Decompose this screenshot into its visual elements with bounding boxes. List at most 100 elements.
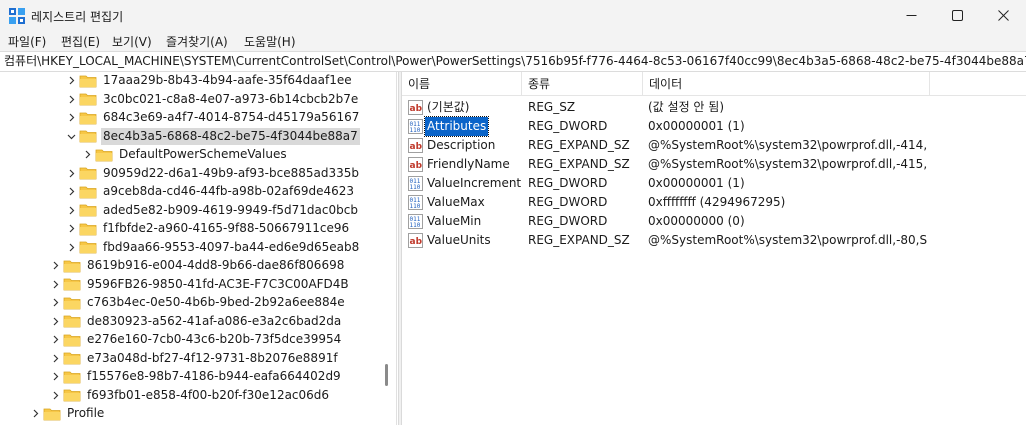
chevron-right-icon[interactable]	[63, 238, 79, 257]
registry-editor-icon	[9, 8, 25, 24]
menu-favorites[interactable]: 즐겨찾기(A)	[166, 33, 228, 50]
tree-item[interactable]: fbd9aa66-9553-4097-ba44-ed6e9d65eab8	[63, 238, 361, 257]
chevron-right-icon[interactable]	[47, 367, 63, 386]
column-header-data[interactable]: 데이터	[643, 72, 930, 96]
folder-icon	[63, 260, 81, 272]
menu-help[interactable]: 도움말(H)	[244, 33, 296, 50]
minimize-button[interactable]	[888, 0, 934, 31]
tree-item-label: 3c0bc021-c8a8-4e07-a973-6b14cbcb2b7e	[103, 91, 359, 106]
value-type: REG_DWORD	[528, 119, 608, 133]
svg-text:ab: ab	[410, 142, 423, 152]
chevron-right-icon[interactable]	[63, 182, 79, 201]
chevron-right-icon[interactable]	[63, 90, 79, 109]
chevron-right-icon[interactable]	[47, 275, 63, 294]
folder-icon	[79, 241, 97, 254]
chevron-right-icon[interactable]	[63, 201, 79, 220]
folder-icon	[79, 112, 97, 124]
menu-edit[interactable]: 편집(E)	[61, 33, 100, 50]
value-type: REG_EXPAND_SZ	[528, 233, 630, 247]
tree-item-label: e276e160-7cb0-43c6-b20b-73f5dce39954	[87, 332, 342, 346]
binary-value-icon: 011110	[408, 119, 423, 134]
value-name: ValueMin	[427, 214, 482, 228]
value-type: REG_DWORD	[528, 176, 608, 190]
binary-value-icon: 011110	[408, 214, 423, 229]
tree-item[interactable]: de830923-a562-41af-a086-e3a2c6bad2da	[47, 312, 343, 331]
value-data: 0x00000001 (1)	[648, 176, 745, 190]
folder-icon	[63, 315, 81, 328]
value-row[interactable]: ab (기본값) REG_SZ (값 설정 안 됨)	[402, 98, 1026, 117]
tree-item[interactable]: e276e160-7cb0-43c6-b20b-73f5dce39954	[47, 330, 343, 349]
svg-text:110: 110	[410, 222, 421, 229]
tree-item[interactable]: aded5e82-b909-4619-9949-f5d71dac0bcb	[63, 201, 360, 220]
folder-icon	[63, 389, 81, 402]
menu-file[interactable]: 파일(F)	[8, 33, 46, 50]
value-name: ValueIncrement	[427, 176, 522, 190]
value-row[interactable]: ab ValueUnits REG_EXPAND_SZ @%SystemRoot%\s…	[402, 231, 1026, 250]
tree-item[interactable]: a9ceb8da-cd46-44fb-a98b-02af69de4623	[63, 182, 356, 201]
close-button[interactable]	[980, 0, 1026, 31]
tree-item[interactable]: Profile	[27, 404, 106, 423]
tree-item-label: DefaultPowerSchemeValues	[119, 147, 287, 161]
value-row[interactable]: ab Description REG_EXPAND_SZ @%SystemRoot%\…	[402, 136, 1026, 155]
address-bar[interactable]: 컴퓨터\HKEY_LOCAL_MACHINE\SYSTEM\CurrentCon…	[0, 51, 1026, 72]
value-row[interactable]: ab FriendlyName REG_EXPAND_SZ @%SystemRoot%…	[402, 155, 1026, 174]
chevron-right-icon[interactable]	[47, 293, 63, 312]
value-data: (값 설정 안 됨)	[648, 100, 725, 114]
tree-item-label: de830923-a562-41af-a086-e3a2c6bad2da	[87, 313, 342, 328]
svg-text:ab: ab	[410, 104, 423, 114]
tree-item-label: Profile	[67, 406, 105, 420]
chevron-right-icon[interactable]	[63, 108, 79, 127]
value-row[interactable]: 011 110 ValueMin REG_DWORD 0x00000000 (0)	[402, 212, 1026, 231]
tree-item-label: aded5e82-b909-4619-9949-f5d71dac0bcb	[103, 202, 358, 217]
chevron-right-icon[interactable]	[47, 312, 63, 331]
chevron-right-icon[interactable]	[63, 219, 79, 238]
tree-item[interactable]: 3c0bc021-c8a8-4e07-a973-6b14cbcb2b7e	[63, 90, 360, 109]
column-header-name[interactable]: 이름	[402, 72, 522, 96]
binary-value-icon: 011110	[408, 195, 423, 210]
column-header-type[interactable]: 종류	[522, 72, 643, 96]
tree-item[interactable]: DefaultPowerSchemeValues	[79, 145, 289, 164]
tree-item[interactable]: f15576e8-98b7-4186-b944-eafa664402d9	[47, 367, 343, 386]
tree-item[interactable]: f1fbfde2-a960-4165-9f88-50667911ce96	[63, 219, 351, 238]
folder-icon	[79, 204, 97, 217]
tree-item[interactable]: 90959d22-d6a1-49b9-af93-bce885ad335b	[63, 164, 361, 183]
tree-item[interactable]: e73a048d-bf27-4f12-9731-8b2076e8891f	[47, 349, 340, 368]
chevron-right-icon[interactable]	[47, 330, 63, 349]
tree-item[interactable]: f693fb01-e858-4f00-b20f-f30e12ac06d6	[47, 386, 331, 405]
value-row[interactable]: 011 110 ValueMax REG_DWORD 0xffffffff (42949…	[402, 193, 1026, 212]
tree-item[interactable]: 9596FB26-9850-41fd-AC3E-F7C3C00AFD4B	[47, 275, 351, 294]
chevron-right-icon[interactable]	[63, 164, 79, 183]
chevron-right-icon[interactable]	[47, 256, 63, 275]
folder-icon	[63, 278, 81, 291]
tree-item-label: c763b4ec-0e50-4b6b-9bed-2b92a6ee884e	[87, 295, 345, 309]
tree-item[interactable]: 8619b916-e004-4dd8-9b66-dae86f806698	[47, 256, 346, 275]
menu-view[interactable]: 보기(V)	[112, 33, 152, 50]
tree-item-label: f693fb01-e858-4f00-b20f-f30e12ac06d6	[87, 387, 330, 402]
value-list[interactable]: 이름 종류 데이터 ab (기본값) REG_SZ (값 설정 안 됨) 011 110 A…	[402, 72, 1026, 425]
title-bar: 레지스트리 편집기	[0, 0, 1026, 31]
value-name: Description	[427, 138, 496, 152]
chevron-down-icon[interactable]	[63, 127, 79, 146]
chevron-right-icon[interactable]	[79, 145, 95, 164]
close-icon	[997, 10, 1009, 21]
chevron-right-icon[interactable]	[47, 349, 63, 368]
tree-item[interactable]: 17aaa29b-8b43-4b94-aafe-35f64daaf1ee	[63, 72, 354, 90]
value-type: REG_EXPAND_SZ	[528, 138, 630, 152]
tree-item[interactable]: 684c3e69-a4f7-4014-8754-d45179a56167	[63, 108, 361, 127]
chevron-right-icon[interactable]	[63, 72, 79, 90]
chevron-right-icon[interactable]	[47, 386, 63, 405]
tree-scrollbar[interactable]	[381, 72, 395, 425]
scrollbar-thumb[interactable]	[385, 364, 388, 386]
tree-item-label: 684c3e69-a4f7-4014-8754-d45179a56167	[103, 110, 360, 124]
tree-item-label: 8ec4b3a5-6868-48c2-be75-4f3044be88a7	[101, 127, 360, 145]
maximize-button[interactable]	[934, 0, 980, 31]
chevron-right-icon[interactable]	[27, 404, 43, 423]
value-row[interactable]: 011 110 Attributes REG_DWORD 0x00000001 (1)	[402, 116, 1026, 137]
key-tree[interactable]: 17aaa29b-8b43-4b94-aafe-35f64daaf1ee 3c0b…	[3, 72, 397, 425]
folder-icon	[63, 297, 81, 309]
value-row[interactable]: 011 110 ValueIncrement REG_DWORD 0x00000001 …	[402, 174, 1026, 193]
tree-item[interactable]: 8ec4b3a5-6868-48c2-be75-4f3044be88a7	[63, 127, 360, 146]
value-type: REG_SZ	[528, 100, 576, 114]
tree-item-label: e73a048d-bf27-4f12-9731-8b2076e8891f	[87, 350, 338, 365]
tree-item[interactable]: c763b4ec-0e50-4b6b-9bed-2b92a6ee884e	[47, 293, 347, 312]
